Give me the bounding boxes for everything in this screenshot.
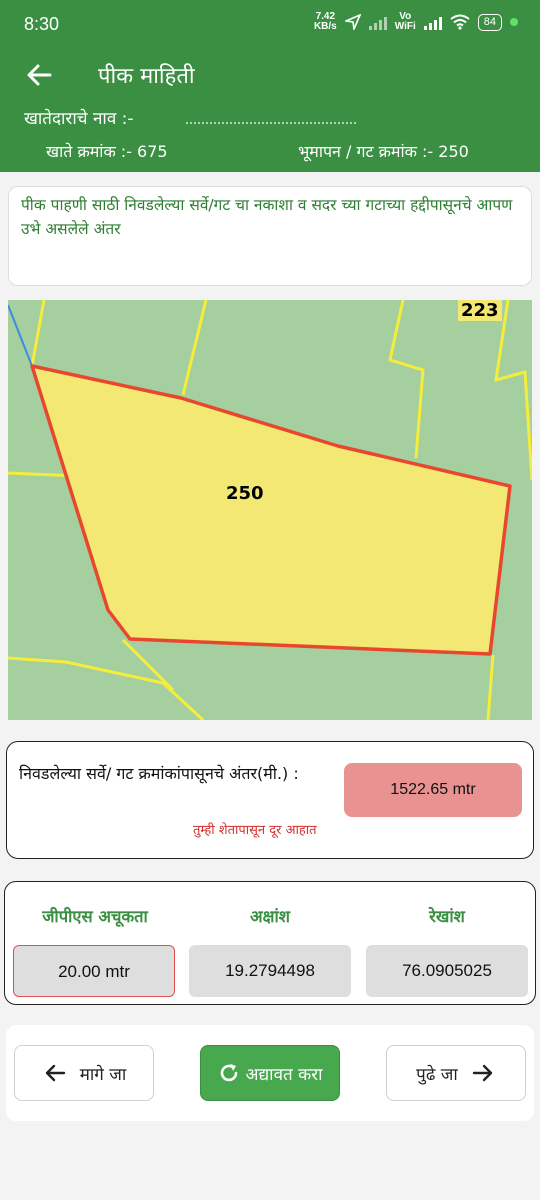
plot-label: 250: [224, 483, 266, 504]
latitude-value: 19.2794498: [189, 945, 351, 997]
refresh-icon: [221, 1064, 238, 1082]
arrow-right-icon: [472, 1064, 493, 1082]
map-boundary-line: [494, 300, 532, 481]
map-boundary-line: [181, 300, 208, 396]
network-speed: 7.42 KB/s: [313, 11, 337, 32]
survey-number: भूमापन / गट क्रमांक :- 250: [298, 142, 469, 161]
longitude-value: 76.0905025: [366, 945, 528, 997]
map-boundary-line: [30, 300, 46, 367]
info-card: पीक पाहणी साठी निवडलेल्या सर्वे/गट चा नक…: [8, 186, 532, 286]
neighbor-plot-label: 223: [458, 300, 502, 321]
distance-label: निवडलेल्या सर्वे/ गट क्रमांकांपासूनचे अं…: [19, 764, 299, 783]
map-canvas: [8, 300, 532, 720]
nav-panel: मागे जा अद्यावत करा पुढे जा: [6, 1025, 534, 1121]
gps-accuracy-value: 20.00 mtr: [13, 945, 175, 997]
next-button[interactable]: पुढे जा: [386, 1045, 526, 1101]
map-boundary-line: [486, 654, 495, 720]
gps-card: जीपीएस अचूकता अक्षांश रेखांश 20.00 mtr 1…: [4, 881, 536, 1005]
selected-plot-polygon: [30, 364, 512, 656]
plot-map[interactable]: 250 223: [8, 300, 532, 720]
latitude-heading: अक्षांश: [250, 907, 290, 926]
distance-warning: तुम्ही शेतापासून दूर आहात: [193, 823, 317, 838]
longitude-heading: रेखांश: [429, 907, 465, 926]
refresh-button[interactable]: अद्यावत करा: [200, 1045, 340, 1101]
back-button-label: मागे जा: [79, 1064, 127, 1085]
distance-value: 1522.65 mtr: [344, 763, 522, 817]
back-arrow-icon[interactable]: [22, 58, 56, 92]
page-title: पीक माहिती: [98, 64, 195, 89]
status-dot-icon: [510, 18, 518, 26]
owner-name-label: खातेदाराचे नाव :-: [24, 109, 134, 129]
signal-strength-icon: [423, 14, 442, 30]
gps-accuracy-heading: जीपीएस अचूकता: [42, 907, 148, 926]
status-bar: 8:30 7.42 KB/s Vo WiFi 84: [0, 0, 540, 48]
battery-icon: 84: [477, 13, 502, 31]
distance-card: निवडलेल्या सर्वे/ गट क्रमांकांपासूनचे अं…: [6, 741, 534, 859]
app-bar: पीक माहिती खातेदाराचे नाव :- खाते क्रमां…: [0, 48, 540, 172]
owner-name-redacted: [186, 114, 356, 124]
vowifi-badge: Vo WiFi: [394, 11, 416, 32]
map-boundary-line: [388, 300, 425, 459]
info-text: पीक पाहणी साठी निवडलेल्या सर्वे/गट चा नक…: [21, 196, 513, 238]
next-button-label: पुढे जा: [416, 1064, 458, 1085]
status-time: 8:30: [24, 14, 60, 34]
refresh-button-label: अद्यावत करा: [245, 1064, 323, 1085]
map-water-line: [8, 304, 33, 367]
signal-icon: [368, 14, 387, 30]
arrow-left-icon: [45, 1064, 65, 1082]
account-number: खाते क्रमांक :- 675: [46, 142, 168, 161]
map-boundary-line: [121, 638, 175, 692]
wifi-icon: [450, 14, 470, 30]
status-icons: 7.42 KB/s Vo WiFi 84: [314, 12, 518, 32]
location-arrow-icon: [344, 14, 361, 30]
back-button[interactable]: मागे जा: [14, 1045, 154, 1101]
